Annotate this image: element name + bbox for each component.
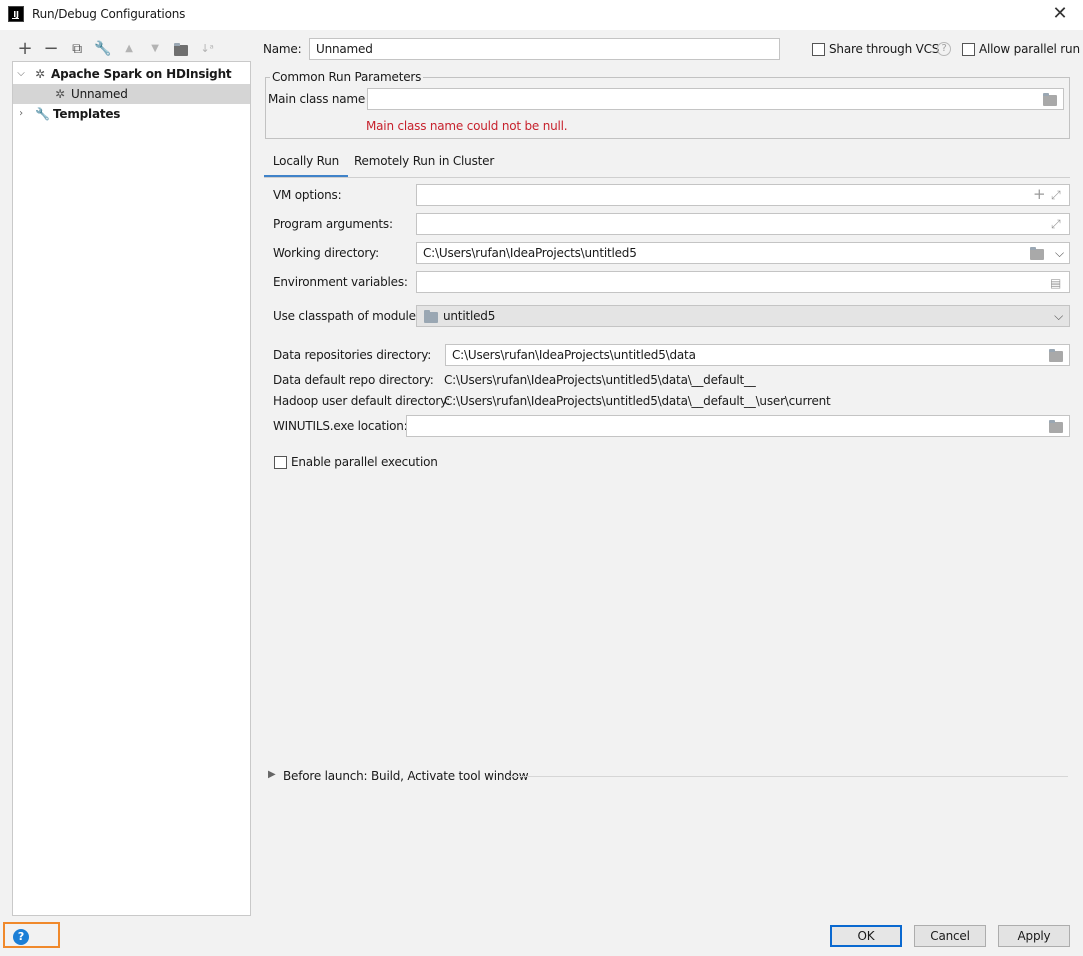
expand-icon[interactable]: ⤢	[1051, 217, 1061, 231]
classpath-module-label: Use classpath of module:	[273, 309, 420, 323]
copy-icon[interactable]: ⧉	[68, 40, 86, 58]
document-icon[interactable]: ▤	[1050, 276, 1061, 290]
module-folder-icon	[424, 310, 438, 323]
ok-button[interactable]: OK	[830, 925, 902, 947]
winutils-location-input[interactable]	[406, 415, 1070, 437]
main-class-label: Main class name	[268, 92, 366, 106]
hadoop-user-default-value: C:\Users\rufan\IdeaProjects\untitled5\da…	[444, 394, 831, 408]
help-question-icon[interactable]: ?	[937, 42, 951, 56]
sort-icon[interactable]: ↓ᵃ	[198, 40, 216, 58]
working-directory-input[interactable]: C:\Users\rufan\IdeaProjects\untitled5	[416, 242, 1070, 264]
chevron-down-icon: ⌵	[1054, 309, 1063, 323]
add-icon[interactable]: +	[16, 40, 34, 58]
allow-parallel-label[interactable]: Allow parallel run	[979, 42, 1080, 56]
vm-options-input[interactable]	[416, 184, 1070, 206]
group-title: Common Run Parameters	[270, 70, 424, 84]
add-icon[interactable]: +	[1033, 187, 1046, 202]
tree-item-label: Templates	[53, 107, 121, 121]
working-directory-label: Working directory:	[273, 246, 380, 260]
apply-button[interactable]: Apply	[998, 925, 1070, 947]
tree-item-label: Apache Spark on HDInsight	[51, 67, 232, 81]
tab-locally-run[interactable]: Locally Run	[264, 150, 348, 178]
close-button[interactable]: ✕	[1048, 2, 1072, 26]
help-icon[interactable]: ?	[13, 929, 29, 945]
configuration-tree[interactable]: ⌵ ✲ Apache Spark on HDInsight ✲ Unnamed …	[12, 61, 251, 916]
data-default-repo-label: Data default repo directory:	[273, 373, 434, 387]
expand-icon[interactable]: ⤢	[1051, 188, 1061, 202]
new-folder-icon[interactable]	[172, 40, 190, 58]
tab-remotely-run[interactable]: Remotely Run in Cluster	[350, 150, 498, 178]
classpath-module-value: untitled5	[443, 309, 496, 323]
before-launch-label[interactable]: Before launch: Build, Activate tool wind…	[283, 769, 529, 783]
main-class-input[interactable]	[367, 88, 1064, 110]
tree-item-templates[interactable]: › 🔧 Templates	[13, 104, 250, 124]
hadoop-user-default-label: Hadoop user default directory:	[273, 394, 450, 408]
move-down-icon[interactable]: ▼	[146, 40, 164, 58]
enable-parallel-label[interactable]: Enable parallel execution	[291, 455, 438, 469]
data-default-repo-value: C:\Users\rufan\IdeaProjects\untitled5\da…	[444, 373, 756, 387]
name-label: Name:	[263, 42, 302, 56]
spark-config-icon: ✲	[55, 87, 65, 101]
allow-parallel-checkbox[interactable]	[962, 43, 975, 56]
vm-options-label: VM options:	[273, 188, 342, 202]
chevron-right-icon[interactable]: ›	[15, 104, 27, 124]
tree-item-apache-spark[interactable]: ⌵ ✲ Apache Spark on HDInsight	[13, 64, 250, 84]
program-arguments-label: Program arguments:	[273, 217, 393, 231]
classpath-module-select[interactable]: untitled5 ⌵	[416, 305, 1070, 327]
environment-variables-label: Environment variables:	[273, 275, 408, 289]
share-vcs-checkbox[interactable]	[812, 43, 825, 56]
help-highlight	[3, 922, 60, 948]
chevron-right-icon[interactable]: ▶	[268, 769, 276, 780]
data-repositories-input[interactable]: C:\Users\rufan\IdeaProjects\untitled5\da…	[445, 344, 1070, 366]
enable-parallel-checkbox[interactable]	[274, 456, 287, 469]
data-repositories-label: Data repositories directory:	[273, 348, 432, 362]
chevron-down-icon[interactable]: ⌵	[1055, 246, 1064, 260]
tree-item-label: Unnamed	[71, 87, 128, 101]
wrench-icon: 🔧	[35, 107, 50, 121]
move-up-icon[interactable]: ▲	[120, 40, 138, 58]
remove-icon[interactable]: −	[42, 40, 60, 58]
spark-cluster-icon: ✲	[35, 67, 45, 81]
winutils-location-label: WINUTILS.exe location:	[273, 419, 408, 433]
window-title: Run/Debug Configurations	[32, 7, 186, 21]
tree-item-unnamed[interactable]: ✲ Unnamed	[13, 84, 250, 104]
share-vcs-label[interactable]: Share through VCS	[829, 42, 939, 56]
intellij-app-icon: IJ	[8, 6, 24, 22]
wrench-icon[interactable]: 🔧	[94, 40, 112, 58]
error-message: Main class name could not be null.	[366, 119, 568, 133]
cancel-button[interactable]: Cancel	[914, 925, 986, 947]
tab-divider	[264, 177, 1070, 178]
program-arguments-input[interactable]	[416, 213, 1070, 235]
before-launch-divider	[508, 776, 1068, 777]
chevron-down-icon[interactable]: ⌵	[15, 64, 27, 84]
environment-variables-input[interactable]	[416, 271, 1070, 293]
name-input[interactable]: Unnamed	[309, 38, 780, 60]
